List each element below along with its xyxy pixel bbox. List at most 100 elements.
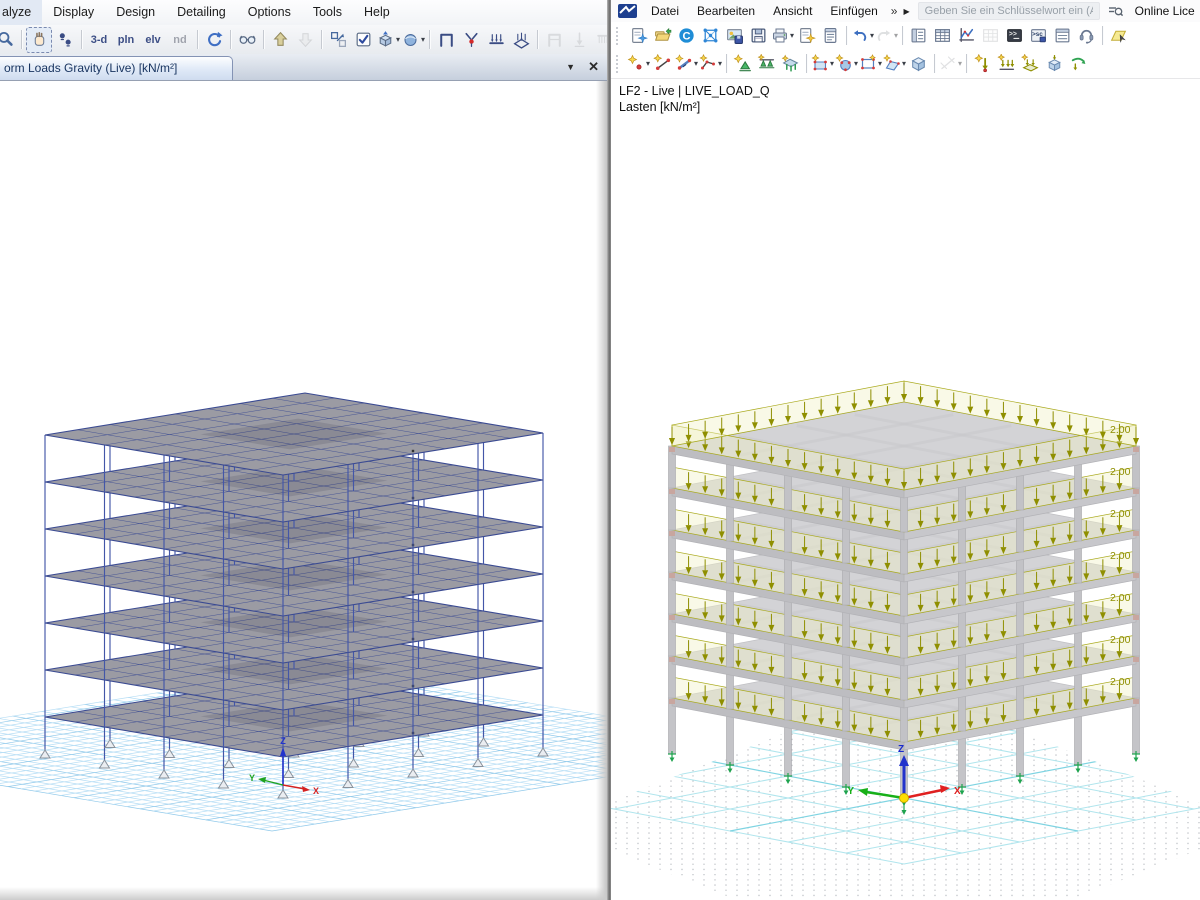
load-value-label: 2.00 bbox=[1110, 676, 1131, 688]
view-tab[interactable]: orm Loads Gravity (Live) [kN/m²] bbox=[0, 56, 233, 80]
new-surface-load-icon[interactable] bbox=[1019, 52, 1042, 75]
load-value-label: 2.00 bbox=[1110, 550, 1131, 562]
toolbar-drag-handle[interactable] bbox=[616, 55, 622, 73]
project-manager-icon[interactable]: C bbox=[675, 24, 698, 47]
new-free-load-icon[interactable] bbox=[1067, 52, 1090, 75]
tab-controls: ▼ ✕ bbox=[566, 59, 599, 75]
floor-slab bbox=[45, 393, 543, 475]
perspective-icon[interactable] bbox=[235, 28, 259, 52]
menu-item-alyze[interactable]: alyze bbox=[0, 0, 42, 25]
tendon-icon[interactable] bbox=[592, 28, 607, 52]
new-node-icon[interactable]: ▾ bbox=[627, 52, 650, 75]
new-block-icon[interactable] bbox=[907, 52, 930, 75]
open-model-icon[interactable] bbox=[651, 24, 674, 47]
model-wireframe-icon[interactable] bbox=[699, 24, 722, 47]
panel-icon[interactable] bbox=[1051, 24, 1074, 47]
dimension-icon[interactable]: ▾ bbox=[939, 52, 962, 75]
support-chat-icon[interactable] bbox=[1075, 24, 1098, 47]
draw-frame-icon[interactable] bbox=[434, 28, 458, 52]
new-nodal-load-icon[interactable] bbox=[971, 52, 994, 75]
menu-item-ansicht[interactable]: Ansicht bbox=[764, 0, 821, 22]
new-nurbs-surface-icon[interactable]: ▾ bbox=[883, 52, 906, 75]
new-surface-support-icon[interactable] bbox=[779, 52, 802, 75]
new-printout-report-icon[interactable] bbox=[795, 24, 818, 47]
command-console-icon[interactable]: >> bbox=[1003, 24, 1026, 47]
left-toolbar: 3-dplnelvnd ▾▾ bbox=[0, 25, 607, 55]
move-up-level-icon[interactable] bbox=[268, 28, 292, 52]
toolbar-separator bbox=[934, 54, 935, 73]
window-divider[interactable] bbox=[607, 0, 611, 900]
new-line-support-icon[interactable] bbox=[755, 52, 778, 75]
new-model-icon[interactable] bbox=[627, 24, 650, 47]
save-icon[interactable] bbox=[747, 24, 770, 47]
save-image-icon[interactable] bbox=[723, 24, 746, 47]
right-3d-viewport[interactable]: 2.002.002.002.002.002.002.00ZXY bbox=[611, 0, 1200, 900]
assign-joint-icon[interactable] bbox=[459, 28, 483, 52]
new-solid-load-icon[interactable] bbox=[1043, 52, 1066, 75]
select-objects-icon[interactable] bbox=[326, 28, 350, 52]
menu-item-design[interactable]: Design bbox=[105, 0, 166, 25]
point-assign-icon[interactable] bbox=[567, 28, 591, 52]
new-nodal-support-icon[interactable] bbox=[731, 52, 754, 75]
menu-item-einfügen[interactable]: Einfügen bbox=[821, 0, 886, 22]
menu-item-bearbeiten[interactable]: Bearbeiten bbox=[688, 0, 764, 22]
assign-frame-load-icon[interactable] bbox=[484, 28, 508, 52]
view-plan-button[interactable]: pln bbox=[113, 28, 139, 52]
table-view-icon[interactable] bbox=[979, 24, 1002, 47]
menu-item-detailing[interactable]: Detailing bbox=[166, 0, 237, 25]
script-console-icon[interactable]: >sc bbox=[1027, 24, 1050, 47]
assign-area-load-icon[interactable] bbox=[509, 28, 533, 52]
walk-through-icon[interactable] bbox=[53, 28, 77, 52]
support-triangle bbox=[284, 770, 294, 778]
view-elevation-button[interactable]: elv bbox=[140, 28, 166, 52]
support-triangle bbox=[414, 749, 424, 757]
new-opening-icon[interactable]: ▾ bbox=[859, 52, 882, 75]
move-down-level-icon[interactable] bbox=[293, 28, 317, 52]
tab-close-icon[interactable]: ✕ bbox=[588, 59, 599, 75]
menu-item-datei[interactable]: Datei bbox=[642, 0, 688, 22]
right-building-model: 2.002.002.002.002.002.002.00 bbox=[669, 381, 1140, 798]
redo-icon[interactable]: ▾ bbox=[875, 24, 898, 47]
svg-text:C: C bbox=[682, 31, 690, 43]
menu-item-help[interactable]: Help bbox=[353, 0, 401, 25]
menu-expand-icon[interactable]: ▶ bbox=[901, 7, 913, 16]
display-options-icon[interactable] bbox=[351, 28, 375, 52]
new-line-icon[interactable] bbox=[651, 52, 674, 75]
svg-text:>>: >> bbox=[1009, 31, 1017, 38]
result-diagram-icon[interactable] bbox=[955, 24, 978, 47]
print-icon[interactable]: ▾ bbox=[771, 24, 794, 47]
search-icon[interactable] bbox=[1108, 5, 1123, 18]
surface-tool-icon[interactable] bbox=[1107, 24, 1130, 47]
new-member-load-icon[interactable] bbox=[995, 52, 1018, 75]
undo-icon[interactable]: ▾ bbox=[851, 24, 874, 47]
rotate-view-icon[interactable] bbox=[202, 28, 226, 52]
tables-icon[interactable] bbox=[931, 24, 954, 47]
toolbar-drag-handle[interactable] bbox=[616, 27, 622, 45]
load-value-label: 2.00 bbox=[1110, 466, 1131, 478]
keyword-search-input[interactable] bbox=[918, 2, 1100, 20]
zoom-icon[interactable] bbox=[0, 28, 17, 52]
pan-icon[interactable] bbox=[26, 27, 52, 53]
new-surface-icon[interactable]: ▾ bbox=[811, 52, 834, 75]
dlubal-logo-icon bbox=[618, 4, 637, 18]
toolbar-separator bbox=[197, 30, 198, 49]
new-polyline-icon[interactable]: ▾ bbox=[699, 52, 722, 75]
left-3d-viewport[interactable]: ZXY bbox=[0, 0, 607, 900]
new-solid-icon[interactable]: ▾ bbox=[835, 52, 858, 75]
menu-overflow-chevron[interactable]: » bbox=[887, 4, 902, 18]
menu-item-display[interactable]: Display bbox=[42, 0, 105, 25]
online-license-link[interactable]: Online Lice bbox=[1135, 4, 1195, 18]
new-member-icon[interactable]: ▾ bbox=[675, 52, 698, 75]
printout-report-icon[interactable] bbox=[819, 24, 842, 47]
view-3d-button[interactable]: 3-d bbox=[86, 28, 112, 52]
view-named-button[interactable]: nd bbox=[167, 28, 193, 52]
object-view-options-icon[interactable]: ▾ bbox=[401, 28, 425, 52]
left-building-model bbox=[40, 393, 548, 798]
menu-item-tools[interactable]: Tools bbox=[302, 0, 353, 25]
frame-section-icon[interactable] bbox=[542, 28, 566, 52]
left-window-right-edge bbox=[596, 80, 607, 900]
navigator-panel-icon[interactable] bbox=[907, 24, 930, 47]
tab-dropdown-icon[interactable]: ▼ bbox=[566, 62, 575, 72]
menu-item-options[interactable]: Options bbox=[237, 0, 302, 25]
object-shrink-toggle-icon[interactable]: ▾ bbox=[376, 28, 400, 52]
